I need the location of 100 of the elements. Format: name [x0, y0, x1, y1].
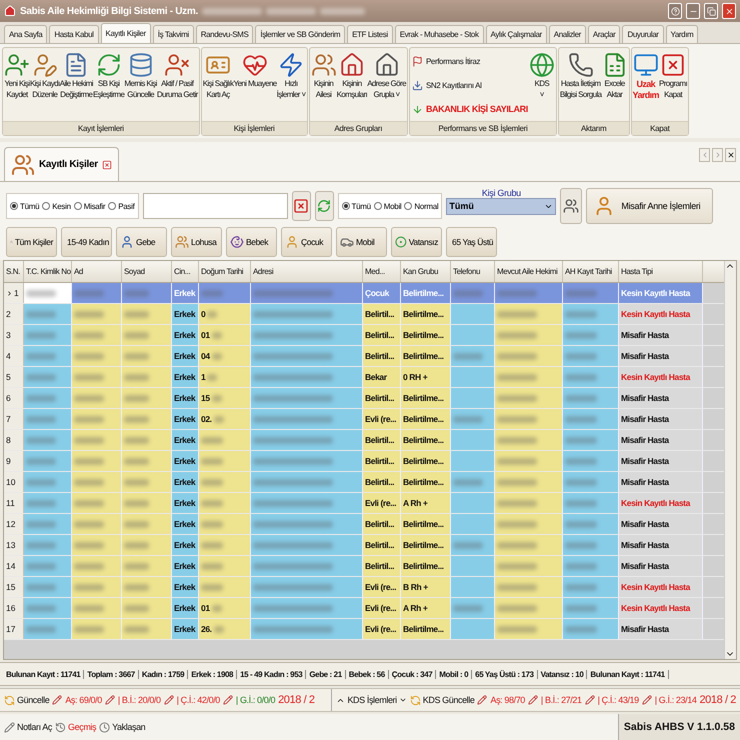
column-header[interactable]: Mevcut Aile Hekimi [495, 261, 563, 282]
menu-tab[interactable]: Aylık Çalışmalar [486, 25, 547, 43]
group-dropdown[interactable]: Tümü [446, 198, 556, 214]
ribbon-button[interactable]: Mernis Kişi Güncelle [124, 50, 157, 121]
menu-tab[interactable]: İş Takvimi [152, 25, 194, 43]
column-header[interactable]: Adresi [251, 261, 363, 282]
menu-tab[interactable]: ETF Listesi [347, 25, 393, 43]
minimize-button[interactable] [686, 3, 700, 19]
menu-tab[interactable]: Analizler [548, 25, 586, 43]
ribbon-button[interactable]: Aktif / Pasif Duruma Getir [156, 50, 198, 121]
table-row[interactable]: 11 Erkek Evli (re... A Rh + Kesin Kayıtlı Hasta [4, 493, 724, 514]
clear-button[interactable] [292, 191, 311, 221]
close-button[interactable] [725, 148, 736, 162]
column-header[interactable]: Telefonu [451, 261, 495, 282]
column-header[interactable]: Cin... [172, 261, 199, 282]
ribbon-button[interactable]: Kişi Sağlık Kartı Aç [202, 50, 234, 121]
column-header[interactable]: Med... [363, 261, 401, 282]
table-row[interactable]: 2 Erkek 0 Belirtil... Belirtilme... Kesin Kayıtlı Hasta [4, 304, 724, 325]
summary-count: Vatansız : 10 [538, 670, 588, 678]
ribbon-button[interactable]: Excele Aktar [602, 50, 628, 121]
column-header[interactable]: T.C. Kimlik No [24, 261, 72, 282]
table-row[interactable]: 9 Erkek Belirtil... Belirtilme... Misafir Hasta [4, 451, 724, 472]
column-header[interactable]: Doğum Tarihi [199, 261, 251, 282]
table-row[interactable]: 7 Erkek 02. Evli (re... Belirtilme... Misafir Hasta [4, 409, 724, 430]
ribbon-button[interactable]: Programı Kapat [658, 50, 688, 121]
ribbon-button[interactable]: Aile Hekimi Değiştirme [60, 50, 93, 121]
radio-option[interactable]: Normal [404, 202, 438, 210]
column-header[interactable]: AH Kayıt Tarihi [563, 261, 619, 282]
quick-filter-button[interactable]: Gebe [116, 227, 167, 257]
refresh-button[interactable]: Güncelle [4, 694, 50, 706]
table-row[interactable]: 13 Erkek Belirtil... Belirtilme... Misafir Hasta [4, 535, 724, 556]
quick-filter-button[interactable]: Mobil [336, 227, 387, 257]
refresh-button[interactable] [314, 191, 334, 221]
close-icon[interactable] [102, 160, 112, 170]
table-row[interactable]: 1 Erkek Çocuk Belirtilme... Kesin Kayıtlı Hasta [4, 283, 724, 304]
ribbon-button[interactable]: Uzak Yardım [632, 50, 659, 121]
ribbon-small-button[interactable]: SN2 Kayıtlarını Al [412, 80, 528, 91]
radio-option[interactable]: Kesin [42, 202, 71, 210]
ribbon-button[interactable]: Yeni Kişi Kaydet [4, 50, 30, 121]
menu-tab[interactable]: Hasta Kabul [49, 25, 99, 43]
quick-filter-button[interactable]: Vatansız [391, 227, 442, 257]
ribbon-small-button[interactable]: BAKANLIK KİŞİ SAYILARI [412, 104, 528, 115]
table-row[interactable]: 4 Erkek 04 Belirtil... Belirtilme... Misafir Hasta [4, 346, 724, 367]
menu-tab[interactable]: Ana Sayfa [4, 25, 48, 43]
radio-option[interactable]: Misafir [74, 202, 106, 210]
menu-tab[interactable]: Duyurular [622, 25, 664, 43]
menu-tab[interactable]: Yardım [666, 25, 698, 43]
ribbon-button[interactable]: Adrese Göre Grupla ˅ [367, 50, 406, 121]
table-row[interactable]: 14 Erkek Belirtil... Belirtilme... Misafir Hasta [4, 556, 724, 577]
table-row[interactable]: 6 Erkek 15 Belirtil... Belirtilme... Misafir Hasta [4, 388, 724, 409]
table-row[interactable]: 17 Erkek 26. Evli (re... Belirtilme... Misafir Hasta [4, 619, 724, 640]
column-header[interactable]: Kan Grubu [401, 261, 451, 282]
quick-filter-button[interactable]: Tüm Kişiler [6, 227, 57, 257]
quick-filter-button[interactable]: 65 Yaş Üstü [446, 227, 497, 257]
refresh-button[interactable]: KDS Güncelle [410, 694, 474, 706]
guest-mother-button[interactable]: Misafir Anne İşlemleri [586, 188, 714, 224]
search-field[interactable] [142, 193, 288, 219]
table-row[interactable]: 12 Erkek Belirtil... Belirtilme... Misafir Hasta [4, 514, 724, 535]
ribbon-button[interactable]: SB Kişi Eşleştirme [93, 50, 124, 121]
column-header[interactable]: Soyad [122, 261, 172, 282]
quick-filter-button[interactable]: Çocuk [281, 227, 332, 257]
menu-tab[interactable]: Randevu-SMS [196, 25, 254, 43]
column-header[interactable]: Ad [72, 261, 122, 282]
kds-menu[interactable]: KDS İşlemleri [336, 695, 407, 705]
ribbon-button[interactable]: Hasta İletişim Bilgisi Sorgula [560, 50, 602, 121]
notes-link[interactable]: Geçmiş [55, 722, 96, 732]
ribbon-button[interactable]: Kişi Kaydı Düzenle [30, 50, 60, 121]
column-header[interactable]: S.N. [4, 261, 24, 282]
radio-option[interactable]: Mobil [374, 202, 402, 210]
help-button[interactable] [668, 3, 682, 19]
document-tab[interactable]: Kayıtlı Kişiler [4, 147, 119, 181]
ribbon-button[interactable]: Kişinin Komşuları [336, 50, 368, 121]
radio-option[interactable]: Tümü [342, 202, 371, 210]
radio-option[interactable]: Pasif [108, 202, 135, 210]
quick-filter-button[interactable]: Bebek [226, 227, 277, 257]
ribbon-button[interactable]: Yeni Muayene [233, 50, 277, 121]
blurred-text [26, 310, 56, 318]
menu-tab[interactable]: Evrak - Muhasebe - Stok [394, 25, 484, 43]
ribbon-small-button[interactable]: Performans İtiraz [412, 56, 528, 68]
table-row[interactable]: 10 Erkek Belirtil... Belirtilme... Misafir Hasta [4, 472, 724, 493]
ribbon-button[interactable]: Kişinin Ailesi [310, 50, 337, 121]
quick-filter-button[interactable]: 15-49 Kadın [61, 227, 112, 257]
quick-filter-button[interactable]: Lohusa [171, 227, 222, 257]
restore-button[interactable] [704, 3, 718, 19]
table-row[interactable]: 15 Erkek Evli (re... B Rh + Kesin Kayıtlı Hasta [4, 577, 724, 598]
people-button[interactable] [560, 188, 582, 224]
notes-link[interactable]: Yaklaşan [99, 722, 146, 732]
menu-tab[interactable]: Kayıtlı Kişiler [100, 23, 151, 43]
menu-tab[interactable]: İşlemler ve SB Gönderim [255, 25, 346, 43]
radio-option[interactable]: Tümü [10, 202, 40, 210]
table-row[interactable]: 5 Erkek 1 Bekar 0 RH + Kesin Kayıtlı Hasta [4, 367, 724, 388]
table-row[interactable]: 8 Erkek Belirtil... Belirtilme... Misafir Hasta [4, 430, 724, 451]
scrollbar[interactable] [724, 261, 736, 659]
table-row[interactable]: 16 Erkek 01 Evli (re... A Rh + Kesin Kayıtlı Hasta [4, 598, 724, 619]
menu-tab[interactable]: Araçlar [588, 25, 620, 43]
ribbon-button[interactable]: Hızlı İşlemler ˅ [276, 50, 306, 121]
ribbon-button[interactable]: KDS ˅ [528, 50, 555, 121]
notes-link[interactable]: Notları Aç [4, 722, 52, 732]
table-row[interactable]: 3 Erkek 01 Belirtil... Belirtilme... Misafir Hasta [4, 325, 724, 346]
column-header[interactable]: Hasta Tipi [619, 261, 703, 282]
